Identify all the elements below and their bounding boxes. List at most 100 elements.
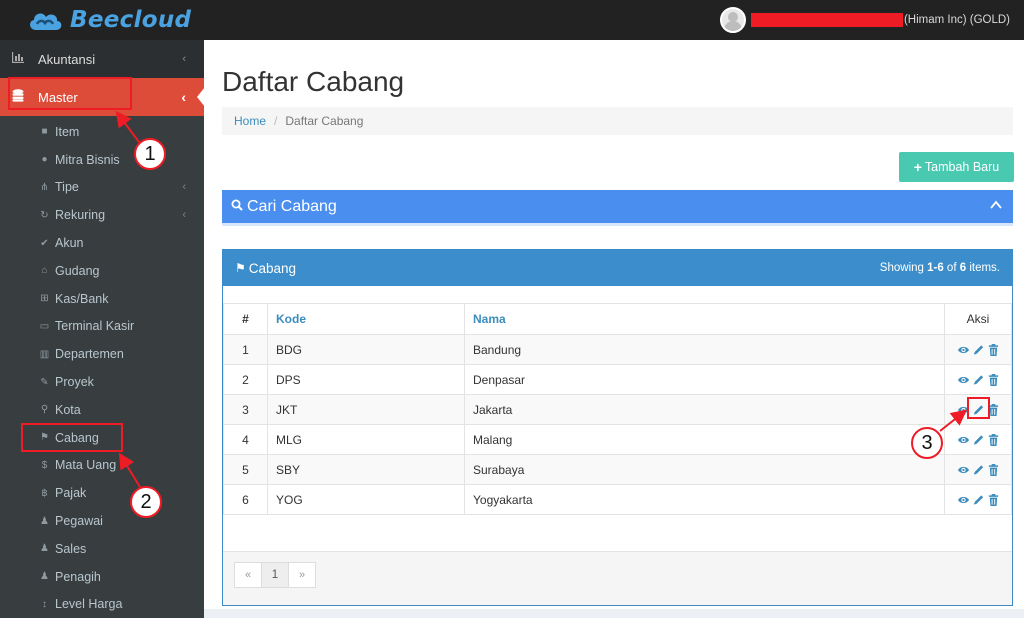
column-header-num: # [223,303,268,335]
cabang-panel: ⚑ Cabang Showing 1-6 of 6 items. # Kode … [222,249,1013,606]
cell-nama: Denpasar [464,364,945,395]
view-icon[interactable] [957,493,970,507]
main-content: Daftar Cabang Home / Daftar Cabang + Tam… [204,40,1024,609]
sitemap-icon: ⋔ [40,181,49,193]
search-panel-header[interactable]: Cari Cabang [222,190,1013,226]
column-header-nama[interactable]: Nama [464,303,945,335]
cell-nama: Malang [464,424,945,455]
sidebar-item-mata-uang[interactable]: $ Mata Uang [0,452,204,480]
sidebar-item-akuntansi[interactable]: Akuntansi ‹ [0,40,204,78]
user-icon: ♟ [40,571,49,583]
edit-icon[interactable] [972,433,985,447]
cloud-logo-icon [30,13,62,31]
view-icon[interactable] [957,433,970,447]
view-icon[interactable] [957,343,970,357]
master-submenu: ■ Item ● Mitra Bisnis ⋔ Tipe ‹ ↻ Rekuring ‹ ✔ A… [0,116,204,618]
user-icon: ♟ [40,543,49,555]
cell-actions [944,484,1012,515]
user-organization: (Himam Inc) (GOLD) [903,14,1010,26]
sidebar-item-label: Akuntansi [38,51,96,67]
sidebar-item-kota[interactable]: ⚲ Kota [0,396,204,424]
chevron-left-icon: ‹ [182,181,186,194]
user-icon: ♟ [40,515,49,527]
sidebar-item-pegawai[interactable]: ♟ Pegawai [0,507,204,535]
sidebar: Akuntansi ‹ Master ‹ ■ Item ● Mitra Bisnis… [0,40,205,618]
bar-chart-icon [12,52,28,66]
avatar[interactable] [719,7,746,33]
chevron-up-icon[interactable] [989,198,1003,212]
pagination-prev[interactable]: « [234,562,262,588]
flag-icon: ⚑ [235,261,246,275]
cell-actions [944,454,1012,485]
cell-kode: YOG [267,484,465,515]
sidebar-item-terminal-kasir[interactable]: ▭ Terminal Kasir [0,313,204,341]
cell-num: 5 [223,454,268,485]
sidebar-item-tipe[interactable]: ⋔ Tipe ‹ [0,174,204,202]
pagination-page[interactable]: 1 [261,562,289,588]
bitcoin-icon: ฿ [41,487,48,499]
sidebar-item-kas-bank[interactable]: ⊞ Kas/Bank [0,285,204,313]
sidebar-item-level-harga[interactable]: ↕ Level Harga [0,591,204,618]
delete-icon[interactable] [987,463,1000,477]
table-row: 6 YOG Yogyakarta [223,484,1012,515]
sidebar-item-label: Penagih [55,569,101,584]
sidebar-item-gudang[interactable]: ⌂ Gudang [0,257,204,285]
sidebar-item-sales[interactable]: ♟ Sales [0,535,204,563]
cell-num: 3 [223,394,268,425]
search-panel-title: Cari Cabang [247,197,337,215]
sidebar-item-pajak[interactable]: ฿ Pajak [0,479,204,507]
delete-icon[interactable] [987,493,1000,507]
app-logo-text: Beecloud [70,7,192,33]
cell-num: 4 [223,424,268,455]
edit-icon[interactable] [972,343,985,357]
sidebar-item-rekuring[interactable]: ↻ Rekuring ‹ [0,201,204,229]
chevron-left-icon: ‹ [182,209,186,222]
view-icon[interactable] [957,373,970,387]
sidebar-item-label: Akun [55,236,84,251]
dollar-icon: $ [41,459,48,471]
view-icon[interactable] [957,463,970,477]
sidebar-item-label: Kas/Bank [55,291,109,306]
column-header-kode[interactable]: Kode [267,303,465,335]
sidebar-item-departemen[interactable]: ▥ Departemen [0,340,204,368]
table-row: 2 DPS Denpasar [223,364,1012,395]
cell-actions [944,364,1012,395]
delete-icon[interactable] [987,343,1000,357]
chevron-left-icon: ‹ [182,53,186,65]
sidebar-item-label: Item [55,124,80,139]
panel-title: Cabang [248,260,297,276]
edit-icon[interactable] [972,373,985,387]
sidebar-item-label: Departemen [55,347,124,362]
user-menu[interactable]: (Himam Inc) (GOLD) [719,7,1010,33]
check-icon: ✔ [40,237,49,249]
sidebar-item-proyek[interactable]: ✎ Proyek [0,368,204,396]
sidebar-item-label: Terminal Kasir [55,319,135,334]
sidebar-item-mitra-bisnis[interactable]: ● Mitra Bisnis [0,146,204,174]
table-row: 4 MLG Malang [223,424,1012,455]
add-new-button[interactable]: + Tambah Baru [899,152,1014,182]
edit-icon[interactable] [972,463,985,477]
breadcrumb-home-link[interactable]: Home [234,114,266,128]
sidebar-item-label: Kota [55,402,81,417]
cell-kode: DPS [267,364,465,395]
edit-icon[interactable] [972,493,985,507]
add-new-label: Tambah Baru [924,160,1000,174]
cell-actions [944,424,1012,455]
sidebar-item-label: Pajak [55,486,87,501]
home-icon: ⌂ [41,265,48,277]
panel-header: ⚑ Cabang Showing 1-6 of 6 items. [223,250,1012,286]
users-icon: ● [41,154,48,166]
pagination-next[interactable]: » [288,562,316,588]
panel-footer: « 1 » [223,551,1012,605]
sidebar-item-penagih[interactable]: ♟ Penagih [0,563,204,591]
annotation-step-1: 1 [134,138,166,170]
sidebar-item-item[interactable]: ■ Item [0,118,204,146]
annotation-step-2: 2 [130,486,162,518]
sidebar-item-akun[interactable]: ✔ Akun [0,229,204,257]
annotation-box-cabang [21,423,123,452]
sidebar-item-label: Sales [55,541,87,556]
delete-icon[interactable] [987,433,1000,447]
search-icon [231,199,243,214]
delete-icon[interactable] [987,373,1000,387]
app-logo[interactable]: Beecloud [26,6,191,34]
